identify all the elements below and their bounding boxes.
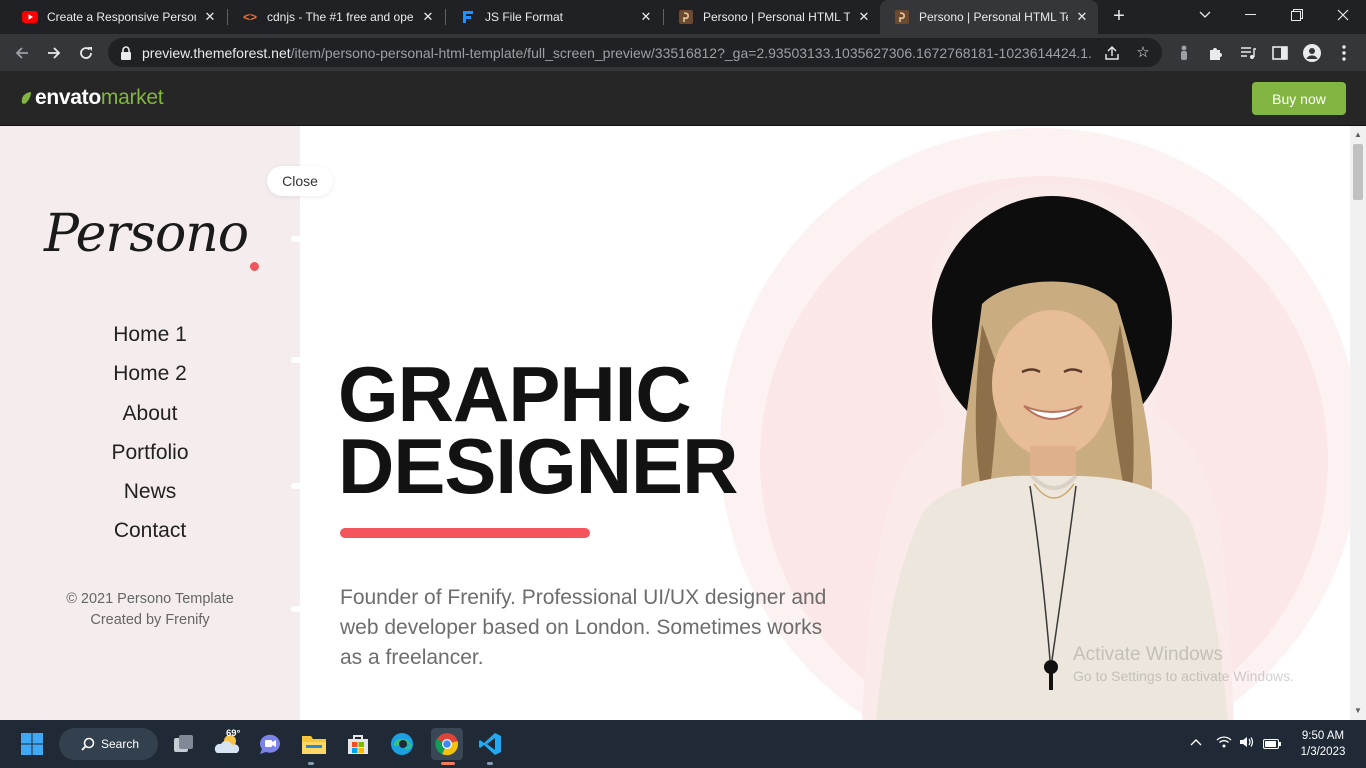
windows-start-icon[interactable] xyxy=(16,728,48,760)
restore-icon[interactable] xyxy=(1274,0,1320,30)
persono-favicon xyxy=(678,9,694,25)
reload-icon[interactable] xyxy=(72,39,100,67)
microsoft-store-icon[interactable] xyxy=(342,728,374,760)
scroll-up-arrow-icon[interactable]: ▲ xyxy=(1354,130,1362,139)
browser-tab[interactable]: Create a Responsive Personal ✕ xyxy=(8,0,226,34)
close-window-icon[interactable] xyxy=(1320,0,1366,30)
volume-icon[interactable] xyxy=(1239,736,1255,751)
hero-description: Founder of Frenify. Professional UI/UX d… xyxy=(340,586,827,669)
lock-icon xyxy=(121,45,131,60)
scrollbar-thumb[interactable] xyxy=(1353,144,1363,200)
vscode-running-indicator xyxy=(487,762,493,765)
browser-tab[interactable]: Persono | Personal HTML Ten ✕ xyxy=(664,0,880,34)
browser-tab[interactable]: JS File Format ✕ xyxy=(446,0,662,34)
extensions-puzzle-icon[interactable] xyxy=(1202,39,1230,67)
url-text: preview.themeforest.net/item/persono-per… xyxy=(142,44,1092,61)
hero-headline: GRAPHIC DESIGNER xyxy=(338,350,738,510)
persono-favicon xyxy=(894,9,910,25)
nav-item-about[interactable]: About xyxy=(0,398,300,437)
weather-temperature: 69° xyxy=(226,728,241,739)
envato-market-bar: envato market Buy now xyxy=(0,71,1366,126)
back-icon[interactable] xyxy=(8,39,36,67)
credit-text: Created by Frenify xyxy=(90,612,210,628)
hero-headline-line-2: DESIGNER xyxy=(338,422,738,510)
close-tab-icon[interactable]: ✕ xyxy=(638,9,654,25)
main-nav: Home 1 Home 2 About Portfolio News Conta… xyxy=(0,319,300,555)
buy-now-button[interactable]: Buy now xyxy=(1252,82,1346,115)
battery-icon[interactable] xyxy=(1263,737,1281,752)
side-panel-icon[interactable] xyxy=(1266,39,1294,67)
close-tab-icon[interactable]: ✕ xyxy=(1074,9,1090,25)
envato-leaf-icon xyxy=(21,92,31,104)
scroll-down-arrow-icon[interactable]: ▼ xyxy=(1354,706,1362,715)
browser-tab-strip: Create a Responsive Personal ✕ <> cdnjs … xyxy=(0,0,1366,34)
search-icon xyxy=(81,737,95,751)
browser-tab[interactable]: <> cdnjs - The #1 free and open ✕ xyxy=(228,0,444,34)
hero-accent-bar xyxy=(340,528,590,538)
tab-title: Create a Responsive Personal xyxy=(47,10,196,24)
brand-dot xyxy=(250,262,259,271)
bookmark-star-icon[interactable]: ☆ xyxy=(1134,43,1152,61)
browser-tab-active[interactable]: Persono | Personal HTML Ten ✕ xyxy=(880,0,1098,34)
tab-title: Persono | Personal HTML Ten xyxy=(919,10,1068,24)
windows-taskbar: Search 69° 9:50 AM 1/3/2023 xyxy=(0,720,1366,768)
close-tab-icon[interactable]: ✕ xyxy=(420,9,436,25)
show-hidden-icons-chevron-icon[interactable] xyxy=(1190,734,1202,749)
page-scrollbar[interactable]: ▲ ▼ xyxy=(1350,126,1366,720)
new-tab-icon[interactable]: + xyxy=(1108,6,1130,28)
tab-title: Persono | Personal HTML Ten xyxy=(703,10,850,24)
template-preview: Persono Home 1 Home 2 About Portfolio Ne… xyxy=(0,126,1350,720)
watermark-line-2: Go to Settings to activate Windows. xyxy=(1073,668,1294,684)
chrome-browser-icon[interactable] xyxy=(431,728,463,760)
browser-toolbar: preview.themeforest.net/item/persono-per… xyxy=(0,34,1366,71)
nav-item-news[interactable]: News xyxy=(0,476,300,515)
envato-market-logo[interactable]: envato market xyxy=(20,86,164,110)
code-brackets-icon: <> xyxy=(242,10,257,24)
clock-time: 9:50 AM xyxy=(1301,730,1345,742)
f-logo-icon xyxy=(460,9,476,25)
nav-item-home-2[interactable]: Home 2 xyxy=(0,358,300,397)
tab-title: JS File Format xyxy=(485,10,564,24)
taskbar-search-box[interactable]: Search xyxy=(59,728,158,760)
file-explorer-icon[interactable] xyxy=(298,728,330,760)
brand-logo[interactable]: Persono xyxy=(44,204,249,264)
explorer-running-indicator xyxy=(308,762,314,765)
close-tab-icon[interactable]: ✕ xyxy=(856,9,872,25)
copyright-text: © 2021 Persono Template xyxy=(66,591,234,607)
nav-item-home-1[interactable]: Home 1 xyxy=(0,319,300,358)
copyright: © 2021 Persono Template Created by Freni… xyxy=(0,589,300,631)
address-bar[interactable]: preview.themeforest.net/item/persono-per… xyxy=(108,38,1162,67)
extension-figure-icon[interactable] xyxy=(1170,39,1198,67)
wifi-icon[interactable] xyxy=(1216,736,1232,751)
forward-icon[interactable] xyxy=(40,39,68,67)
hero-headline-line-1: GRAPHIC xyxy=(338,350,692,438)
tab-search-icon[interactable] xyxy=(1182,0,1228,30)
minimize-icon[interactable] xyxy=(1228,0,1274,30)
menu-kebab-icon[interactable] xyxy=(1330,39,1358,67)
nav-item-contact[interactable]: Contact xyxy=(0,515,300,554)
hero-portrait-image xyxy=(862,184,1234,720)
sidebar-notch xyxy=(291,236,300,242)
tab-title: cdnjs - The #1 free and open xyxy=(267,10,414,24)
youtube-icon xyxy=(22,9,38,25)
taskbar-clock[interactable]: 9:50 AM 1/3/2023 xyxy=(1292,728,1354,760)
close-tab-icon[interactable]: ✕ xyxy=(202,9,218,25)
search-label: Search xyxy=(101,737,140,751)
task-view-icon[interactable] xyxy=(168,728,200,760)
watermark-line-1: Activate Windows xyxy=(1073,644,1223,665)
sidebar: Persono Home 1 Home 2 About Portfolio Ne… xyxy=(0,126,300,720)
teams-chat-icon[interactable] xyxy=(254,728,286,760)
share-icon[interactable] xyxy=(1103,44,1121,62)
vscode-icon[interactable] xyxy=(474,728,506,760)
chrome-running-indicator xyxy=(441,762,455,765)
sidebar-close-button[interactable]: Close xyxy=(267,166,333,196)
windows-activation-watermark: Activate Windows Go to Settings to activ… xyxy=(1073,644,1294,684)
nav-item-portfolio[interactable]: Portfolio xyxy=(0,437,300,476)
edge-browser-icon[interactable] xyxy=(386,728,418,760)
media-queue-icon[interactable] xyxy=(1234,39,1262,67)
clock-date: 1/3/2023 xyxy=(1300,746,1346,758)
profile-avatar-icon[interactable] xyxy=(1298,39,1326,67)
